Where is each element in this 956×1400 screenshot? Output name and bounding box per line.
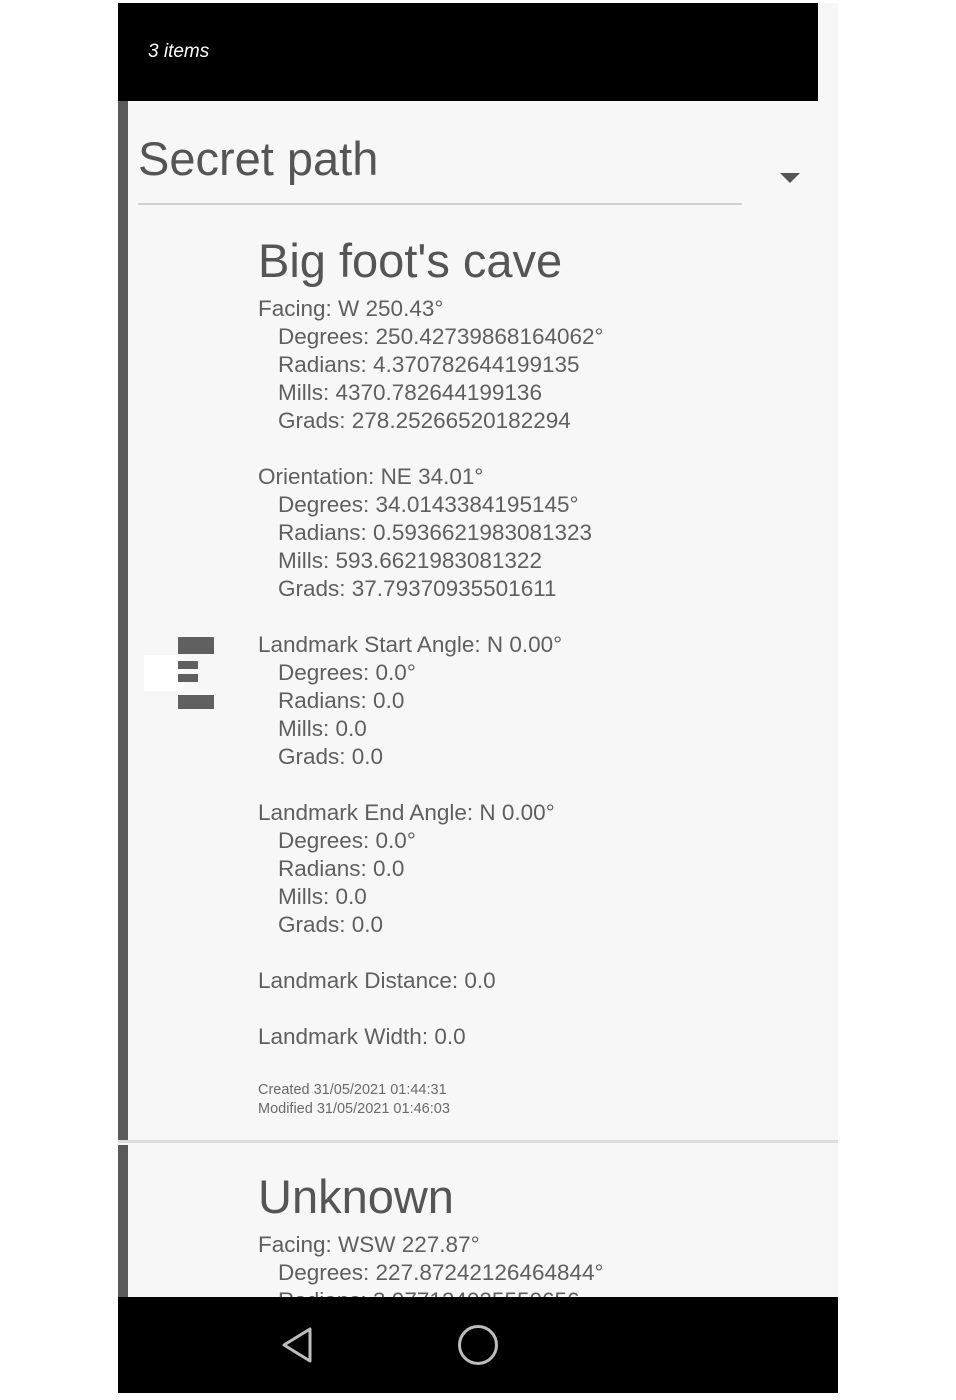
width-field: Landmark Width: 0.0 xyxy=(258,1024,466,1049)
modified-timestamp: Modified 31/05/2021 01:46:03 xyxy=(258,1101,450,1117)
start-angle-label: Landmark Start Angle: N 0.00° xyxy=(258,632,563,657)
end-angle-grads: Grads: 0.0 xyxy=(278,912,384,937)
phone-screen: 3 items Secret path Big foot's cave Faci… xyxy=(118,3,838,1393)
card-divider xyxy=(118,1140,838,1143)
start-angle-grads: Grads: 0.0 xyxy=(278,744,384,769)
facing-section: Facing: W 250.43° Degrees: 250.427398681… xyxy=(258,295,604,435)
start-angle-degrees: Degrees: 0.0° xyxy=(278,660,416,685)
orientation-degrees: Degrees: 34.0143384195145° xyxy=(278,492,579,517)
orientation-radians: Radians: 0.5936621983081323 xyxy=(278,520,593,545)
top-bar: 3 items xyxy=(118,3,818,101)
landmark-title: Big foot's cave xyxy=(258,234,563,287)
path-dropdown[interactable]: Secret path xyxy=(138,127,800,205)
path-dropdown-value: Secret path xyxy=(138,132,379,185)
distance-field: Landmark Distance: 0.0 xyxy=(258,968,496,993)
end-angle-mills: Mills: 0.0 xyxy=(278,884,367,909)
orientation-grads: Grads: 37.79370935501611 xyxy=(278,576,557,601)
created-timestamp: Created 31/05/2021 01:44:31 xyxy=(258,1082,447,1098)
facing-label: Facing: WSW 227.87° xyxy=(258,1232,480,1257)
facing-radians: Radians: 4.370782644199135 xyxy=(278,352,580,377)
end-angle-section: Landmark End Angle: N 0.00° Degrees: 0.0… xyxy=(258,799,555,939)
facing-degrees: Degrees: 227.87242126464844° xyxy=(278,1260,604,1285)
facing-label: Facing: W 250.43° xyxy=(258,296,444,321)
path-accent-bar xyxy=(118,101,128,1140)
path-accent-bar xyxy=(118,1145,128,1297)
facing-grads: Grads: 278.25266520182294 xyxy=(278,408,571,433)
facing-mills: Mills: 4370.782644199136 xyxy=(278,380,542,405)
orientation-label: Orientation: NE 34.01° xyxy=(258,464,484,489)
facing-degrees: Degrees: 250.42739868164062° xyxy=(278,324,604,349)
back-triangle-icon[interactable] xyxy=(278,1325,318,1365)
home-circle-icon[interactable] xyxy=(458,1325,498,1365)
facing-section: Facing: WSW 227.87° Degrees: 227.8724212… xyxy=(258,1231,604,1297)
timestamps: Created 31/05/2021 01:44:31 Modified 31/… xyxy=(258,1081,450,1119)
landmark-list[interactable]: Secret path Big foot's cave Facing: W 25… xyxy=(118,101,838,1297)
end-angle-radians: Radians: 0.0 xyxy=(278,856,405,881)
end-angle-degrees: Degrees: 0.0° xyxy=(278,828,416,853)
system-nav-bar xyxy=(118,1297,838,1393)
landmark-title: Unknown xyxy=(258,1170,454,1223)
start-angle-section: Landmark Start Angle: N 0.00° Degrees: 0… xyxy=(258,631,562,771)
end-angle-label: Landmark End Angle: N 0.00° xyxy=(258,800,555,825)
drag-handle-icon[interactable] xyxy=(144,633,214,713)
item-count: 3 items xyxy=(148,41,210,62)
chevron-down-icon[interactable] xyxy=(780,173,800,183)
orientation-section: Orientation: NE 34.01° Degrees: 34.01433… xyxy=(258,463,592,603)
facing-radians: Radians: 3.977124025550656 xyxy=(258,1287,604,1297)
start-angle-radians: Radians: 0.0 xyxy=(278,688,405,713)
orientation-mills: Mills: 593.6621983081322 xyxy=(278,548,542,573)
start-angle-mills: Mills: 0.0 xyxy=(278,716,367,741)
